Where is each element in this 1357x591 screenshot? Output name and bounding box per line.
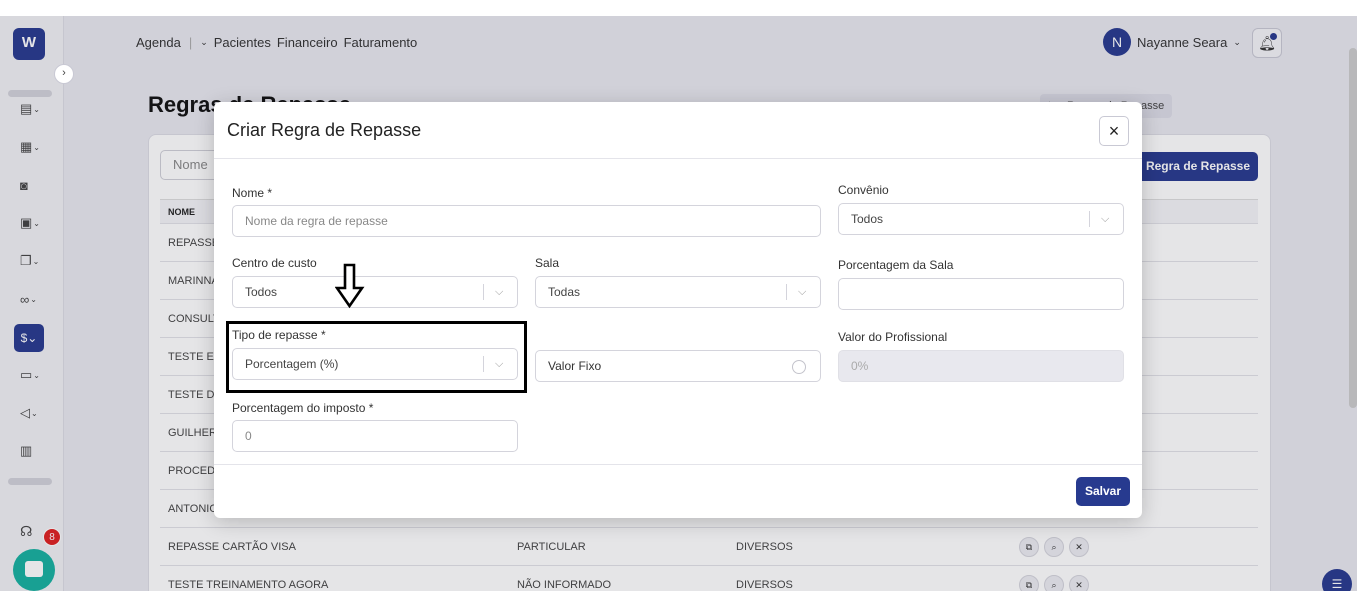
valor-fixo-toggle[interactable]: Valor Fixo (535, 350, 821, 382)
create-rule-modal: Criar Regra de Repasse × Nome * Nome da … (214, 102, 1142, 518)
divider (214, 464, 1142, 465)
pct-sala-label: Porcentagem da Sala (838, 258, 954, 272)
convenio-label: Convênio (838, 183, 889, 197)
radio-icon[interactable] (792, 360, 806, 374)
pct-sala-input[interactable] (838, 278, 1124, 310)
close-button[interactable]: × (1099, 116, 1129, 146)
chevron-down-icon: ⌵ (1101, 213, 1110, 225)
save-button[interactable]: Salvar (1076, 477, 1130, 506)
chevron-down-icon: ⌵ (495, 286, 504, 298)
convenio-value: Todos (851, 212, 884, 226)
highlight-box (226, 321, 527, 393)
centro-label: Centro de custo (232, 256, 317, 270)
close-icon: × (1108, 121, 1120, 141)
valor-fixo-label: Valor Fixo (548, 359, 602, 373)
chevron-down-icon: ⌵ (798, 286, 807, 298)
modal-title: Criar Regra de Repasse (227, 120, 422, 140)
sidebar-toggle-icon[interactable]: › (54, 64, 74, 84)
convenio-select[interactable]: Todos ⌵ (838, 203, 1124, 235)
sala-value: Todas (548, 285, 581, 299)
valor-prof-input: 0% (838, 350, 1124, 382)
select-divider (483, 284, 484, 300)
sala-select[interactable]: Todas ⌵ (535, 276, 821, 308)
valor-prof-label: Valor do Profissional (838, 330, 948, 344)
centro-select[interactable]: Todos ⌵ (232, 276, 518, 308)
imposto-input[interactable]: 0 (232, 420, 518, 452)
imposto-label: Porcentagem do imposto * (232, 401, 374, 415)
divider (214, 158, 1142, 159)
arrow-down-icon (335, 263, 365, 309)
centro-value: Todos (245, 285, 278, 299)
nome-label: Nome * (232, 186, 273, 200)
nome-input[interactable]: Nome da regra de repasse (232, 205, 821, 237)
sala-label: Sala (535, 256, 560, 270)
select-divider (786, 284, 787, 300)
select-divider (1089, 211, 1090, 227)
